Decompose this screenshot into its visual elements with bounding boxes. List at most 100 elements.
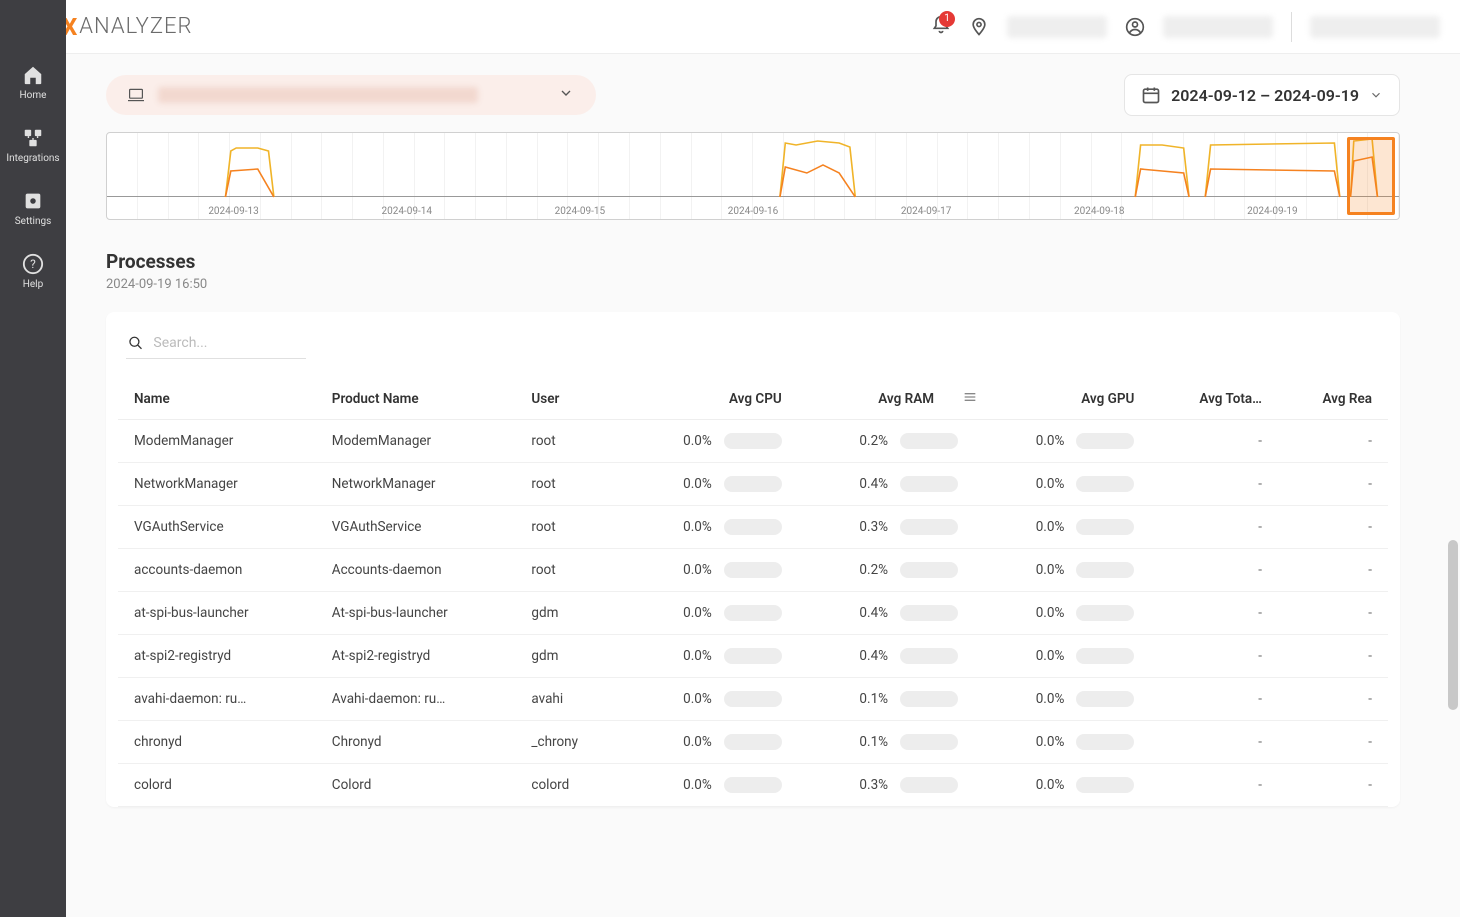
timeline-tick-label: 2024-09-17 xyxy=(901,206,952,217)
cell-gpu: 0.0% xyxy=(974,592,1150,635)
cell-user: gdm xyxy=(515,635,621,678)
cell-ram: 0.2% xyxy=(798,549,974,592)
table-row[interactable]: ModemManagerModemManagerroot0.0%0.2%0.0%… xyxy=(118,420,1388,463)
cell-rea: - xyxy=(1278,678,1388,721)
cell-name: chronyd xyxy=(118,721,316,764)
table-row[interactable]: avahi-daemon: ru…Avahi-daemon: ru…avahi0… xyxy=(118,678,1388,721)
sidebar-item-label: Settings xyxy=(15,216,52,227)
cell-product: Colord xyxy=(316,764,516,807)
topbar-right: 1 xyxy=(931,12,1440,42)
cell-name: avahi-daemon: ru… xyxy=(118,678,316,721)
cell-ram: 0.2% xyxy=(798,420,974,463)
gpu-bar xyxy=(1076,777,1134,793)
ram-bar xyxy=(900,519,958,535)
home-icon xyxy=(22,64,44,86)
chart-series-b xyxy=(107,133,1399,199)
calendar-icon xyxy=(1141,85,1161,105)
cell-name: at-spi-bus-launcher xyxy=(118,592,316,635)
svg-text:?: ? xyxy=(30,257,36,271)
help-icon: ? xyxy=(22,253,44,275)
section-subtitle: 2024-09-19 16:50 xyxy=(106,277,1400,292)
cell-tota: - xyxy=(1150,635,1278,678)
cell-name: VGAuthService xyxy=(118,506,316,549)
cell-gpu: 0.0% xyxy=(974,506,1150,549)
sidebar-item-help[interactable]: ? Help xyxy=(0,249,66,294)
timeline-tick-label: 2024-09-15 xyxy=(555,206,606,217)
ram-bar xyxy=(900,734,958,750)
table-row[interactable]: NetworkManagerNetworkManagerroot0.0%0.4%… xyxy=(118,463,1388,506)
table-row[interactable]: accounts-daemonAccounts-daemonroot0.0%0.… xyxy=(118,549,1388,592)
timeline-tick-label: 2024-09-16 xyxy=(728,206,779,217)
col-product[interactable]: Product Name xyxy=(316,379,516,420)
cell-gpu: 0.0% xyxy=(974,420,1150,463)
sidebar-item-settings[interactable]: Settings xyxy=(0,186,66,231)
table-row[interactable]: VGAuthServiceVGAuthServiceroot0.0%0.3%0.… xyxy=(118,506,1388,549)
topbar-divider xyxy=(1291,12,1292,42)
col-avg-ram[interactable]: Avg RAM xyxy=(798,379,974,420)
cell-cpu: 0.0% xyxy=(621,721,797,764)
cell-ram: 0.1% xyxy=(798,678,974,721)
col-user[interactable]: User xyxy=(515,379,621,420)
cell-rea: - xyxy=(1278,592,1388,635)
cell-rea: - xyxy=(1278,721,1388,764)
cell-tota: - xyxy=(1150,549,1278,592)
cpu-bar xyxy=(724,433,782,449)
cpu-bar xyxy=(724,648,782,664)
ram-bar xyxy=(900,777,958,793)
date-range-picker[interactable]: 2024-09-12 – 2024-09-19 xyxy=(1124,74,1400,116)
table-row[interactable]: at-spi2-registrydAt-spi2-registrydgdm0.0… xyxy=(118,635,1388,678)
cell-user: root xyxy=(515,549,621,592)
gpu-bar xyxy=(1076,648,1134,664)
cell-cpu: 0.0% xyxy=(621,764,797,807)
device-selector[interactable] xyxy=(106,75,596,115)
cell-product: VGAuthService xyxy=(316,506,516,549)
col-avg-gpu[interactable]: Avg GPU xyxy=(974,379,1150,420)
gpu-bar xyxy=(1076,476,1134,492)
cell-name: ModemManager xyxy=(118,420,316,463)
gpu-bar xyxy=(1076,562,1134,578)
date-range-text: 2024-09-12 – 2024-09-19 xyxy=(1171,86,1359,105)
sidebar-item-integrations[interactable]: Integrations xyxy=(0,123,66,168)
user-circle-icon[interactable] xyxy=(1125,17,1145,37)
sidebar-item-home[interactable]: Home xyxy=(0,60,66,105)
section-title: Processes xyxy=(106,250,1400,273)
chevron-down-icon xyxy=(556,85,576,105)
cell-product: Accounts-daemon xyxy=(316,549,516,592)
col-name[interactable]: Name xyxy=(118,379,316,420)
col-avg-cpu[interactable]: Avg CPU xyxy=(621,379,797,420)
table-row[interactable]: colordColordcolord0.0%0.3%0.0%-- xyxy=(118,764,1388,807)
timeline-chart[interactable]: 2024-09-13 2024-09-14 2024-09-15 2024-09… xyxy=(106,132,1400,220)
location-pin-icon[interactable] xyxy=(969,17,989,37)
cell-cpu: 0.0% xyxy=(621,678,797,721)
sidebar-item-label: Help xyxy=(23,279,43,290)
col-avg-rea[interactable]: Avg Rea xyxy=(1278,379,1388,420)
cell-product: At-spi2-registryd xyxy=(316,635,516,678)
gpu-bar xyxy=(1076,605,1134,621)
cell-gpu: 0.0% xyxy=(974,549,1150,592)
table-row[interactable]: at-spi-bus-launcherAt-spi-bus-launchergd… xyxy=(118,592,1388,635)
cell-product: ModemManager xyxy=(316,420,516,463)
cpu-bar xyxy=(724,691,782,707)
cpu-bar xyxy=(724,605,782,621)
table-row[interactable]: chronydChronyd_chrony0.0%0.1%0.0%-- xyxy=(118,721,1388,764)
cell-tota: - xyxy=(1150,506,1278,549)
cell-gpu: 0.0% xyxy=(974,635,1150,678)
notifications-button[interactable]: 1 xyxy=(931,15,951,39)
gpu-bar xyxy=(1076,433,1134,449)
cell-gpu: 0.0% xyxy=(974,721,1150,764)
cell-user: root xyxy=(515,463,621,506)
logo-part2: ANALYZER xyxy=(79,14,192,39)
search-input[interactable] xyxy=(153,335,304,351)
gpu-bar xyxy=(1076,519,1134,535)
search-wrap xyxy=(126,330,306,359)
cell-tota: - xyxy=(1150,420,1278,463)
scrollbar-thumb[interactable] xyxy=(1448,540,1458,710)
ram-bar xyxy=(900,476,958,492)
cell-product: NetworkManager xyxy=(316,463,516,506)
device-name-redacted xyxy=(158,87,478,103)
timeline-tick-label: 2024-09-14 xyxy=(381,206,432,217)
timeline-selection-handle[interactable] xyxy=(1347,137,1395,215)
cell-ram: 0.4% xyxy=(798,463,974,506)
col-avg-tota[interactable]: Avg Tota… xyxy=(1150,379,1278,420)
main-content: 2024-09-12 – 2024-09-19 2024-09-13 2024-… xyxy=(66,54,1440,917)
